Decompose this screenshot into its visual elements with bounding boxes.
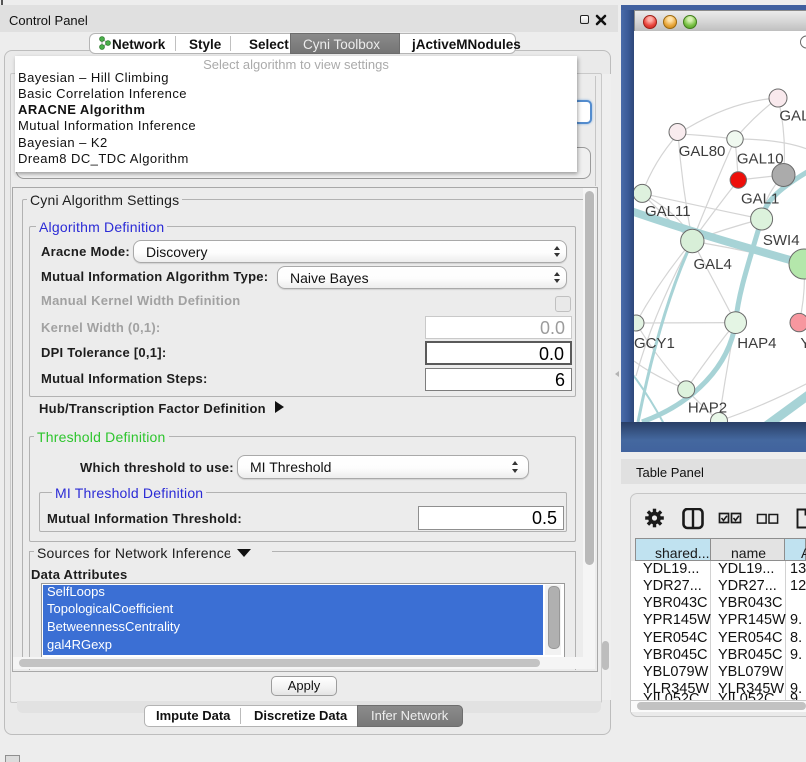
svg-text:GAL4: GAL4 [694,256,732,273]
svg-text:GAL10: GAL10 [737,151,784,168]
svg-text:YM: YM [800,335,806,352]
svg-text:GAL80: GAL80 [679,143,726,160]
svg-text:SWI4: SWI4 [763,232,800,249]
svg-text:HAP4: HAP4 [737,335,776,352]
svg-text:GAL11: GAL11 [645,203,691,220]
svg-text:GAL2: GAL2 [779,108,806,125]
svg-text:HAP2: HAP2 [688,400,727,417]
svg-text:GCY1: GCY1 [634,335,675,352]
svg-text:GAL1: GAL1 [741,190,779,207]
